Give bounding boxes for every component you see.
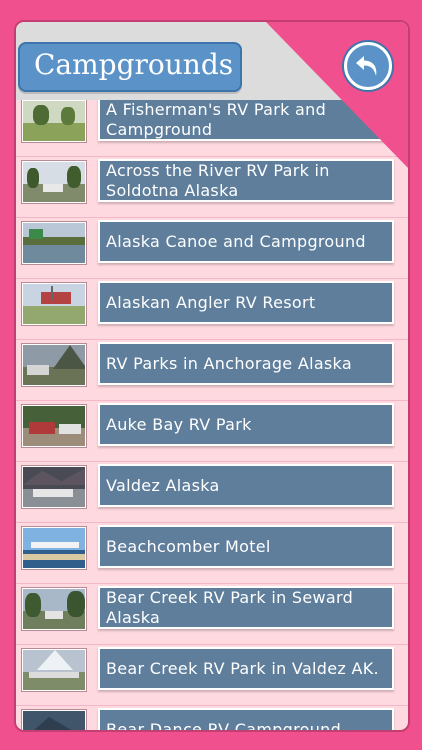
campground-label-box[interactable]: Alaskan Angler RV Resort [98,281,394,324]
campground-name: Alaskan Angler RV Resort [106,293,316,312]
campground-name: Beachcomber Motel [106,537,271,556]
campground-thumbnail [22,344,86,386]
list-item[interactable]: Valdez Alaska [16,462,408,523]
page-title-tab: Campgrounds [18,42,242,92]
campground-label-box[interactable]: RV Parks in Anchorage Alaska [98,342,394,385]
list-item[interactable]: Alaska Canoe and Campground [16,218,408,279]
list-item[interactable]: Bear Dance RV Campground [16,706,408,732]
campground-name: Valdez Alaska [106,476,220,495]
campground-label-box[interactable]: Valdez Alaska [98,464,394,507]
campground-label-box[interactable]: Beachcomber Motel [98,525,394,568]
campground-thumbnail [22,710,86,730]
campground-thumbnail [22,405,86,447]
campground-name: Bear Creek RV Park in Valdez AK. [106,659,379,678]
campground-thumbnail [22,527,86,569]
campground-name: Bear Dance RV Campground [106,720,342,732]
campground-name: Alaska Canoe and Campground [106,232,366,251]
list-item[interactable]: Auke Bay RV Park [16,401,408,462]
back-arrow-icon [356,56,377,76]
campground-thumbnail [22,649,86,691]
campground-name: Bear Creek RV Park in Seward Alaska [106,588,354,627]
campground-label-box[interactable]: Bear Creek RV Park in Seward Alaska [98,586,394,629]
campground-label-box[interactable]: Alaska Canoe and Campground [98,220,394,263]
list-item[interactable]: RV Parks in Anchorage Alaska [16,340,408,401]
back-button[interactable] [344,42,392,90]
campground-thumbnail [22,283,86,325]
campground-label-box[interactable]: Bear Dance RV Campground [98,708,394,732]
campground-label-box[interactable]: Auke Bay RV Park [98,403,394,446]
campground-thumbnail [22,100,86,142]
page-corner-fold [265,22,408,168]
campground-thumbnail [22,222,86,264]
campground-name: RV Parks in Anchorage Alaska [106,354,352,373]
campground-label-box[interactable]: Bear Creek RV Park in Valdez AK. [98,647,394,690]
list-item[interactable]: Alaskan Angler RV Resort [16,279,408,340]
page-title: Campgrounds [34,48,234,81]
main-panel: Campgrounds A Fisherman's RV Park and Ca… [14,20,410,732]
campground-thumbnail [22,161,86,203]
campground-name: Auke Bay RV Park [106,415,252,434]
list-item[interactable]: Bear Creek RV Park in Seward Alaska [16,584,408,645]
list-item[interactable]: Bear Creek RV Park in Valdez AK. [16,645,408,706]
campground-thumbnail [22,588,86,630]
list-item[interactable]: Beachcomber Motel [16,523,408,584]
campground-list: A Fisherman's RV Park and Campground Acr… [16,96,408,732]
campground-thumbnail [22,466,86,508]
